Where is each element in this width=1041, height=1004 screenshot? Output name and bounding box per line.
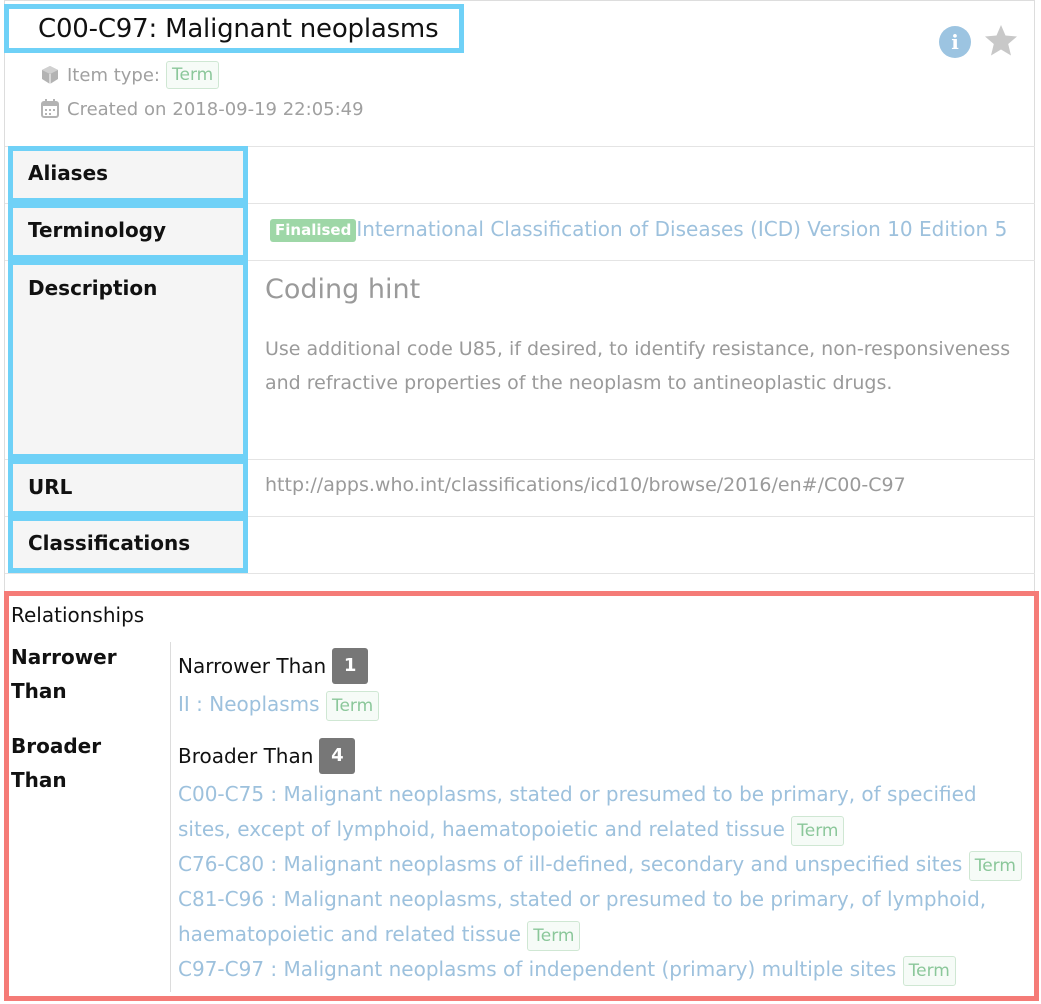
- description-heading: Coding hint: [265, 274, 421, 305]
- created-value: 2018-09-19 22:05:49: [172, 98, 364, 120]
- info-icon[interactable]: i: [939, 26, 971, 58]
- finalised-badge: Finalised: [270, 219, 357, 242]
- url-value[interactable]: http://apps.who.int/classifications/icd1…: [265, 474, 906, 496]
- broader-heading: Broader Than 4: [178, 738, 356, 774]
- created-label: Created on: [67, 98, 167, 120]
- list-item: C97-C97 : Malignant neoplasms of indepen…: [178, 952, 1028, 987]
- terminology-label: Terminology: [28, 218, 167, 242]
- relationship-link[interactable]: C81-C96 : Malignant neoplasms, stated or…: [178, 887, 986, 946]
- narrower-label: Narrower Than: [11, 645, 117, 703]
- term-badge: Term: [902, 955, 956, 986]
- term-badge: Term: [527, 920, 581, 951]
- broader-heading-text: Broader Than: [178, 744, 314, 768]
- list-item: C76-C80 : Malignant neoplasms of ill-def…: [178, 847, 1028, 882]
- narrower-count-badge: 1: [332, 648, 369, 684]
- relationship-link[interactable]: C76-C80 : Malignant neoplasms of ill-def…: [178, 852, 962, 876]
- star-icon[interactable]: [983, 23, 1019, 59]
- item-type-badge: Term: [165, 61, 220, 89]
- broader-label: Broader Than: [11, 734, 102, 792]
- classifications-label: Classifications: [28, 531, 191, 555]
- list-item: II : Neoplasms Term: [178, 687, 1028, 722]
- term-badge: Term: [791, 815, 845, 846]
- divider: [5, 573, 1035, 574]
- aliases-label: Aliases: [28, 161, 109, 185]
- list-item: C81-C96 : Malignant neoplasms, stated or…: [178, 882, 998, 952]
- description-text: Use additional code U85, if desired, to …: [265, 338, 1011, 394]
- term-badge: Term: [325, 690, 380, 721]
- url-label: URL: [28, 475, 73, 499]
- cube-icon: [39, 64, 61, 86]
- item-type-row: Item type: Term: [39, 60, 220, 90]
- term-badge: Term: [968, 850, 1022, 881]
- narrower-heading-text: Narrower Than: [178, 654, 327, 678]
- calendar-icon: [39, 98, 61, 120]
- created-row: Created on 2018-09-19 22:05:49: [39, 96, 364, 122]
- narrower-heading: Narrower Than 1: [178, 648, 369, 684]
- relationship-link[interactable]: C00-C75 : Malignant neoplasms, stated or…: [178, 782, 977, 841]
- terminology-value: Finalised International Classification of…: [270, 217, 1007, 242]
- terminology-link[interactable]: International Classification of Diseases…: [356, 217, 1007, 241]
- broader-count-badge: 4: [319, 738, 356, 774]
- relationship-link[interactable]: C97-C97 : Malignant neoplasms of indepen…: [178, 957, 896, 981]
- relationships-divider: [170, 642, 171, 992]
- description-label: Description: [28, 276, 158, 300]
- list-item: C00-C75 : Malignant neoplasms, stated or…: [178, 777, 1028, 847]
- relationship-link[interactable]: II : Neoplasms: [178, 692, 320, 716]
- relationships-title: Relationships: [11, 603, 145, 627]
- item-type-label: Item type:: [67, 64, 160, 86]
- page-title: C00-C97: Malignant neoplasms: [38, 14, 439, 44]
